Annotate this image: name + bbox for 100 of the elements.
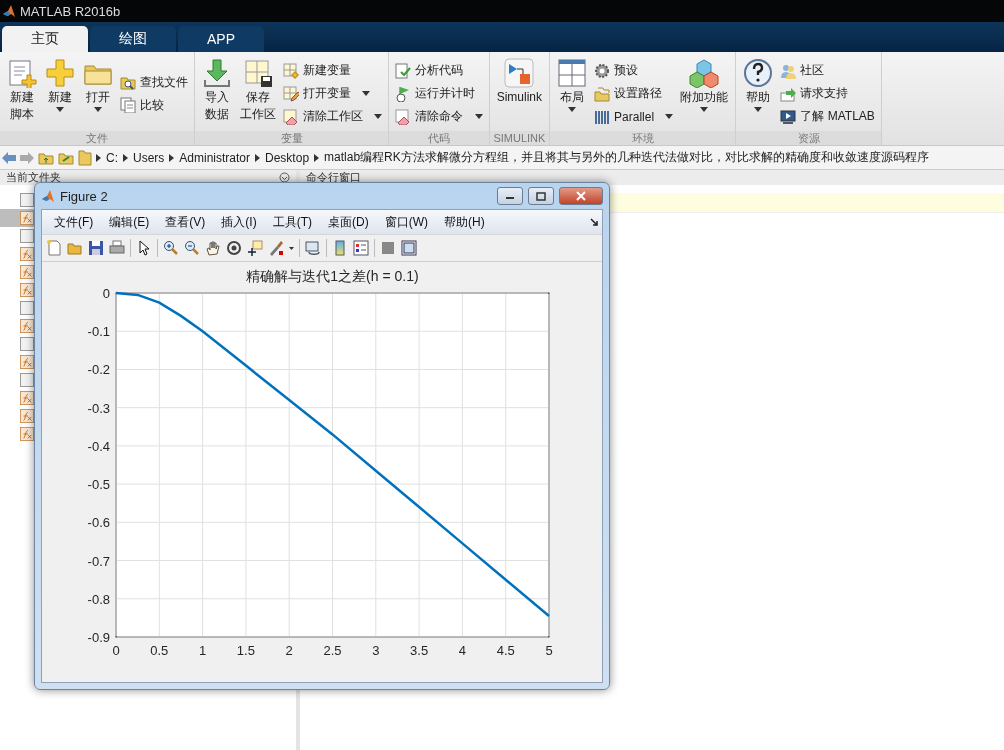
ribbon-button[interactable]: 新建 脚本 — [4, 56, 40, 131]
tick-label: -0.2 — [87, 362, 110, 378]
ribbon-tab[interactable]: APP — [178, 26, 264, 52]
menu-item[interactable]: 窗口(W) — [376, 211, 436, 233]
folder-icon — [78, 149, 92, 166]
up-folder-icon[interactable] — [38, 150, 54, 165]
grid-plus-icon — [283, 62, 299, 79]
show-tools-icon[interactable] — [401, 240, 417, 256]
ribbon-button[interactable]: 布局 — [554, 56, 591, 131]
ribbon-button[interactable]: 新建 — [42, 56, 78, 131]
blank-file-icon — [20, 193, 34, 207]
ribbon-button[interactable]: 运行并计时 — [393, 83, 485, 104]
tick-label: 2.5 — [323, 643, 342, 658]
tick-label: 1 — [199, 643, 207, 658]
ribbon-button[interactable]: 附加功能 — [677, 56, 732, 131]
path-segment[interactable]: Administrator — [178, 150, 252, 165]
group-label: 环境 — [550, 131, 736, 145]
people-icon — [780, 62, 797, 79]
function-file-icon — [20, 390, 34, 406]
chevron-icon — [314, 153, 320, 162]
ribbon-button[interactable]: 预设 — [592, 60, 676, 81]
ribbon-button[interactable]: 了解 MATLAB — [778, 106, 877, 127]
back-arrow-icon[interactable] — [2, 151, 16, 164]
import-arrow-icon — [202, 58, 232, 88]
tick-label: -0.7 — [87, 553, 110, 569]
path-segment[interactable]: Desktop — [264, 150, 311, 165]
function-file-icon — [20, 282, 34, 298]
colorbar-icon[interactable] — [332, 240, 348, 256]
open-folder-icon[interactable] — [67, 240, 83, 256]
blank-file-icon — [20, 337, 34, 351]
function-file-icon — [20, 408, 34, 424]
ribbon-button[interactable]: 帮助 — [740, 56, 777, 131]
menu-item[interactable]: 查看(V) — [157, 211, 214, 233]
ribbon-button[interactable]: 分析代码 — [393, 60, 485, 81]
close-icon — [576, 191, 586, 201]
link-plot-icon[interactable] — [305, 240, 321, 256]
restore-icon — [536, 191, 546, 201]
ribbon-button[interactable]: Parallel — [592, 106, 676, 127]
save-icon[interactable] — [88, 240, 104, 256]
tick-label: -0.9 — [87, 630, 110, 645]
tick-label: -0.3 — [87, 400, 110, 416]
file-row[interactable] — [0, 209, 34, 227]
brush-icon[interactable] — [268, 240, 284, 256]
ribbon-tab[interactable]: 主页 — [2, 26, 88, 52]
menu-item[interactable]: 帮助(H) — [436, 211, 493, 233]
menu-item[interactable]: 桌面(D) — [320, 211, 377, 233]
matlab-logo-icon — [2, 4, 16, 18]
ribbon-button[interactable]: 清除工作区 — [281, 106, 385, 127]
function-file-icon — [20, 210, 34, 226]
pointer-icon[interactable] — [136, 240, 152, 256]
tick-label: -0.5 — [87, 477, 110, 493]
hide-tools-icon[interactable] — [380, 240, 396, 256]
grid-save-icon — [243, 58, 273, 88]
ribbon-button[interactable]: 打开 — [80, 56, 116, 131]
ribbon-button[interactable]: 清除命令 — [393, 106, 485, 127]
menu-item[interactable]: 工具(T) — [264, 211, 320, 233]
zoom-in-icon[interactable] — [163, 240, 179, 256]
ribbon-button[interactable]: Simulink — [493, 56, 546, 131]
menu-item[interactable]: 文件(F) — [46, 211, 102, 233]
tick-label: 3.5 — [410, 643, 429, 658]
function-file-icon — [20, 246, 34, 262]
menu-item[interactable]: 插入(I) — [213, 211, 265, 233]
options-icon[interactable] — [279, 172, 290, 183]
dock-arrow-icon[interactable] — [590, 218, 598, 226]
ribbon-button[interactable]: 请求支持 — [778, 83, 877, 104]
maximize-button[interactable] — [528, 187, 554, 205]
ribbon-button[interactable]: 比较 — [118, 95, 190, 115]
zoom-out-icon[interactable] — [184, 240, 200, 256]
cubes-icon — [689, 58, 720, 88]
ribbon-button[interactable]: 设置路径 — [592, 83, 676, 104]
tick-label: 5 — [545, 643, 553, 658]
tick-label: -0.6 — [87, 515, 110, 531]
path-segment[interactable]: C: — [105, 150, 119, 165]
blank-file-icon — [20, 301, 34, 315]
ribbon-button[interactable]: 社区 — [778, 60, 877, 81]
rotate-icon[interactable] — [226, 240, 242, 256]
group-label: 文件 — [0, 131, 194, 145]
data-cursor-icon[interactable] — [247, 240, 263, 256]
menu-item[interactable]: 编辑(E) — [101, 211, 158, 233]
ribbon-tab[interactable]: 绘图 — [90, 26, 176, 52]
ribbon-button[interactable]: 新建变量 — [281, 60, 385, 81]
matlab-logo-icon — [41, 189, 55, 203]
layout-grid-icon — [557, 58, 588, 88]
hand-icon[interactable] — [205, 240, 221, 256]
minimize-button[interactable] — [497, 187, 523, 205]
ribbon-button[interactable]: 打开变量 — [281, 83, 385, 104]
simulink-block-icon — [504, 58, 535, 88]
browse-folder-icon[interactable] — [58, 150, 74, 165]
folders-icon — [594, 85, 611, 102]
tick-label: -0.4 — [87, 438, 110, 454]
eraser-icon — [395, 108, 412, 125]
ribbon-button[interactable]: 保存 工作区 — [237, 56, 279, 131]
close-button[interactable] — [559, 187, 603, 205]
ribbon-button[interactable]: 导入 数据 — [199, 56, 235, 131]
gear-icon — [594, 62, 611, 79]
path-segment[interactable]: matlab编程RK方法求解微分方程组，并且将其与另外的几种迭代法做对比，对比求解的精确度和收敛速度源码程序 — [323, 149, 930, 166]
legend-icon[interactable] — [353, 240, 369, 256]
path-segment[interactable]: Users — [132, 150, 166, 165]
ribbon-button[interactable]: 查找文件 — [118, 72, 190, 92]
print-icon[interactable] — [109, 240, 125, 256]
